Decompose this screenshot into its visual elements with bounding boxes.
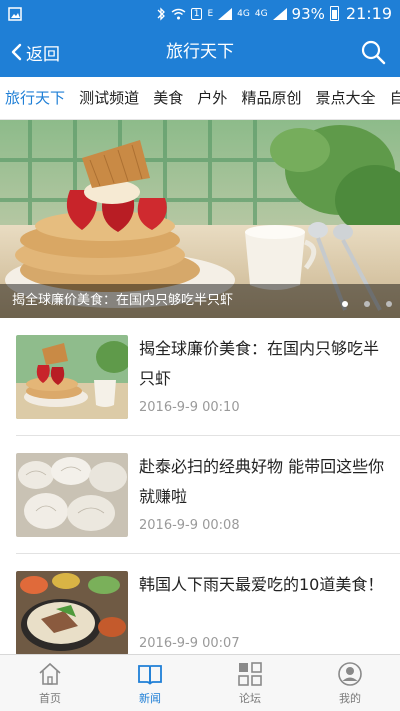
tab-test-channel[interactable]: 测试频道 <box>79 77 139 119</box>
bottom-tab-forum[interactable]: 论坛 <box>200 655 300 711</box>
gallery-notification-icon <box>8 6 22 21</box>
network-4g-label-a: 4G <box>237 8 250 19</box>
carousel-dot-2[interactable] <box>364 301 370 307</box>
network-4g-label-b: 4G <box>254 8 268 19</box>
news-list: 揭全球廉价美食：在国内只够吃半只虾 2016-9-9 00:10 赴泰必扫的经典… <box>0 318 400 654</box>
list-item[interactable]: 韩国人下雨天最爱吃的10道美食！ 2016-9-9 00:07 <box>16 554 400 654</box>
news-title: 韩国人下雨天最爱吃的10道美食！ <box>139 575 384 594</box>
bottom-tab-news[interactable]: 新闻 <box>100 655 200 711</box>
list-item[interactable]: 揭全球廉价美食：在国内只够吃半只虾 2016-9-9 00:10 <box>16 318 400 436</box>
status-right: 1 E 4G 4G 93% 21:19 <box>156 4 392 23</box>
news-date: 2016-9-9 00:08 <box>139 518 240 533</box>
bottom-tab-profile[interactable]: 我的 <box>300 655 400 711</box>
news-thumbnail <box>16 453 128 537</box>
status-bar: 1 E 4G 4G 93% 21:19 <box>0 0 400 27</box>
carousel-indicator <box>342 301 392 307</box>
wifi-icon <box>171 8 186 19</box>
list-item[interactable]: 赴泰必扫的经典好物 能带回这些你就赚啦 2016-9-9 00:08 <box>16 436 400 554</box>
news-thumbnail <box>16 335 128 419</box>
signal-icon <box>218 7 233 20</box>
news-title: 揭全球廉价美食：在国内只够吃半只虾 <box>139 339 380 388</box>
network-type-label: E <box>207 8 214 19</box>
back-button[interactable]: 返回 <box>10 27 60 77</box>
chevron-left-icon <box>11 43 22 61</box>
sim-slot-label: 1 <box>190 7 203 20</box>
tab-food[interactable]: 美食 <box>153 77 183 119</box>
tab-originals[interactable]: 精品原创 <box>241 77 301 119</box>
carousel-dot-3[interactable] <box>386 301 392 307</box>
news-thumbnail <box>16 571 128 654</box>
carousel-dot-1[interactable] <box>342 301 348 307</box>
nav-bar: 返回 旅行天下 <box>0 27 400 77</box>
news-icon <box>138 665 162 685</box>
banner-caption: 揭全球廉价美食：在国内只够吃半只虾 <box>12 293 234 308</box>
search-icon[interactable] <box>360 39 386 65</box>
page-title: 旅行天下 <box>166 42 234 62</box>
news-title: 赴泰必扫的经典好物 能带回这些你就赚啦 <box>139 457 385 506</box>
profile-icon <box>338 662 362 686</box>
bottom-tab-label: 我的 <box>339 692 361 705</box>
bottom-tab-bar: 首页 新闻 论坛 我的 <box>0 654 400 711</box>
clock: 21:19 <box>345 4 392 23</box>
battery-icon <box>329 6 339 21</box>
news-date: 2016-9-9 00:10 <box>139 400 240 415</box>
bottom-tab-label: 论坛 <box>239 692 261 705</box>
news-date: 2016-9-9 00:07 <box>139 636 240 651</box>
bottom-tab-label: 新闻 <box>139 692 161 705</box>
tab-nature[interactable]: 自然 <box>390 77 400 119</box>
status-left <box>8 6 22 21</box>
category-tabs: 旅行天下 测试频道 美食 户外 精品原创 景点大全 自然 <box>0 77 400 120</box>
signal-icon-2 <box>272 7 287 20</box>
forum-icon <box>238 662 262 686</box>
tab-attractions[interactable]: 景点大全 <box>316 77 376 119</box>
back-label: 返回 <box>26 44 60 65</box>
tab-travel[interactable]: 旅行天下 <box>5 77 65 119</box>
bottom-tab-home[interactable]: 首页 <box>0 655 100 711</box>
bottom-tab-label: 首页 <box>39 692 61 705</box>
banner-carousel[interactable]: 揭全球廉价美食：在国内只够吃半只虾 <box>0 120 400 318</box>
tab-outdoor[interactable]: 户外 <box>197 77 227 119</box>
battery-percent: 93% <box>291 4 325 23</box>
home-icon <box>39 662 61 685</box>
bluetooth-icon <box>157 6 165 21</box>
